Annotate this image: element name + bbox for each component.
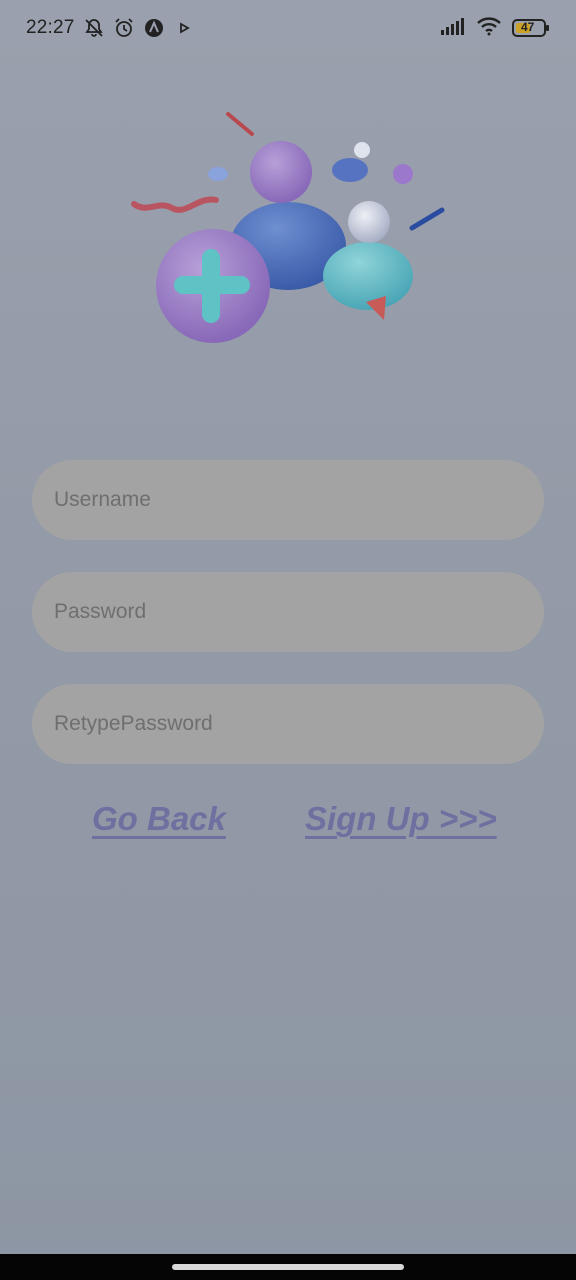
- play-icon: [173, 17, 195, 39]
- wifi-icon: [476, 16, 502, 41]
- go-back-link[interactable]: Go Back: [92, 800, 226, 838]
- decor-stick-red: [226, 112, 254, 136]
- bell-off-icon: [83, 17, 105, 39]
- username-input[interactable]: [54, 460, 544, 540]
- plus-horizontal: [174, 276, 250, 294]
- decor-blob-blue: [332, 158, 368, 182]
- status-bar: 22:27 47: [0, 0, 576, 56]
- sign-up-link[interactable]: Sign Up >>>: [305, 800, 497, 838]
- status-right: 47: [440, 16, 550, 41]
- status-time: 22:27: [26, 17, 75, 38]
- status-left: 22:27: [26, 17, 195, 39]
- decor-dot-white: [354, 142, 370, 158]
- password-input[interactable]: [54, 572, 544, 652]
- home-indicator[interactable]: [172, 1264, 404, 1270]
- alarm-icon: [113, 17, 135, 39]
- decor-ribbon: [131, 196, 219, 213]
- person-large-head: [250, 141, 312, 203]
- decor-stick-blue: [409, 207, 445, 231]
- battery-icon: 47: [512, 18, 550, 38]
- app-a-icon: [143, 17, 165, 39]
- username-field[interactable]: [32, 460, 544, 540]
- navigation-bar: [0, 1254, 576, 1280]
- retype-password-field[interactable]: [32, 684, 544, 764]
- retype-password-input[interactable]: [54, 684, 544, 764]
- password-field[interactable]: [32, 572, 544, 652]
- decor-dot-purple: [393, 164, 413, 184]
- signal-icon: [440, 16, 466, 41]
- person-small-body: [323, 242, 413, 310]
- battery-level: 47: [521, 20, 535, 34]
- person-small-head: [348, 201, 390, 243]
- signup-illustration: [128, 104, 450, 354]
- decor-blob-small: [208, 167, 228, 181]
